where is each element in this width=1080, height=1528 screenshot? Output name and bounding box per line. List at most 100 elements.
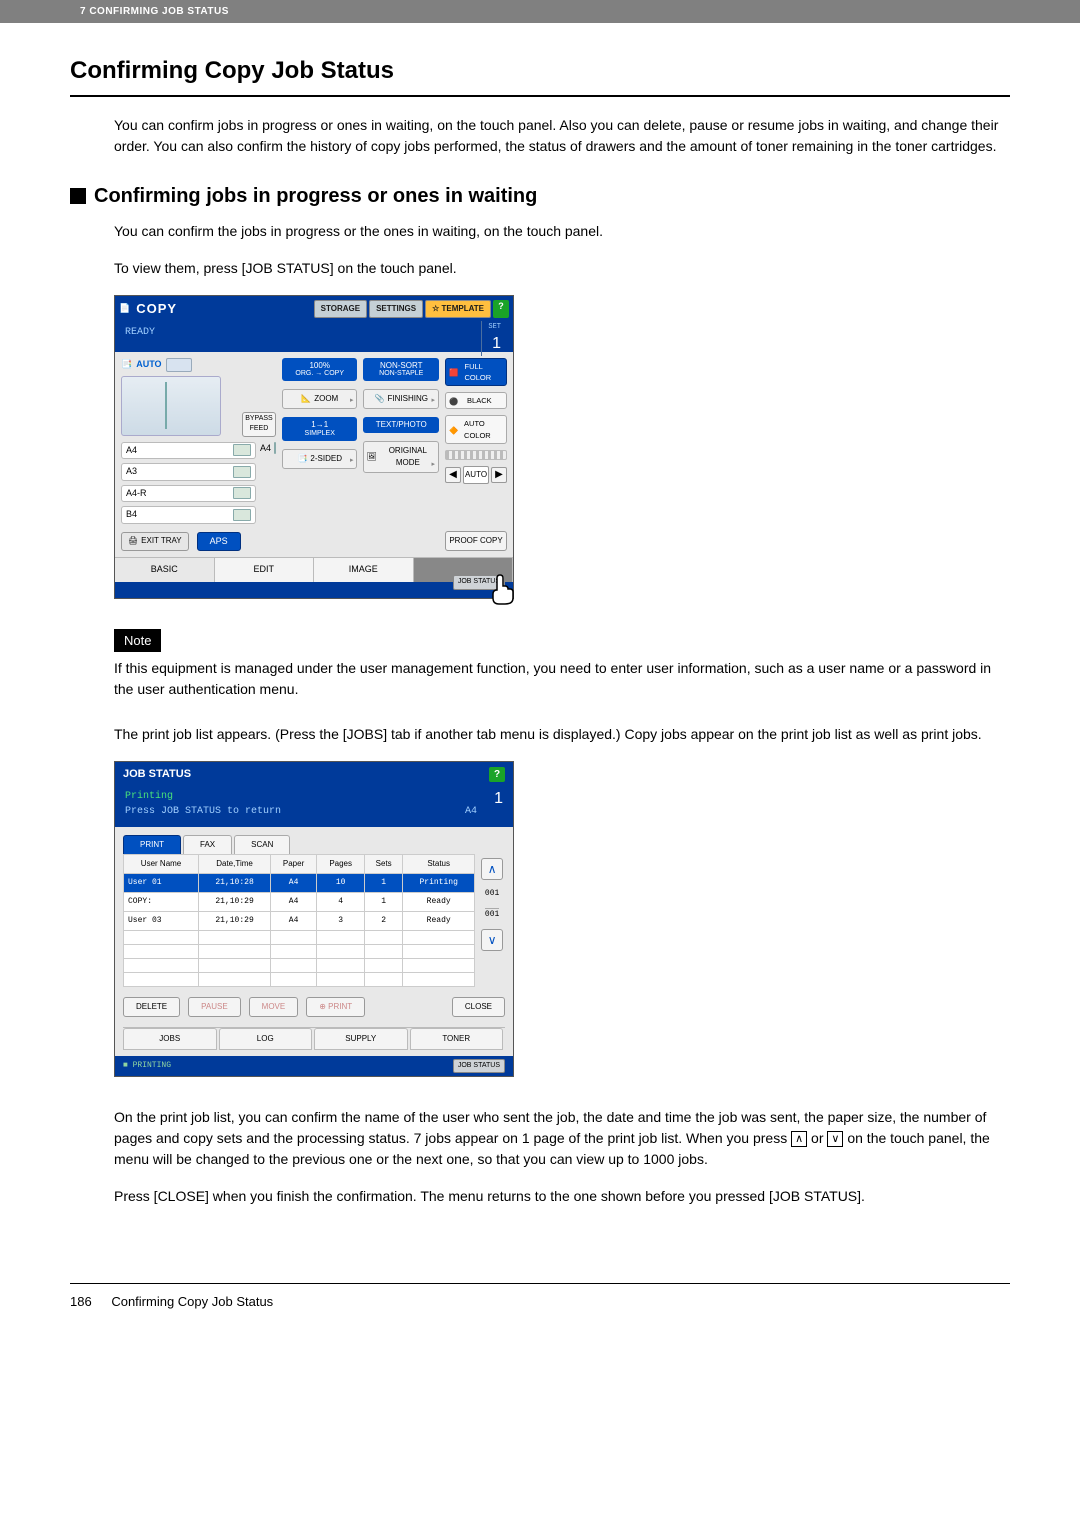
two-sided-button[interactable]: 📑 2-SIDED▸ xyxy=(282,449,358,469)
zoom-button[interactable]: 📐 ZOOM▸ xyxy=(282,389,358,409)
note-label: Note xyxy=(114,629,161,653)
paper-icon xyxy=(233,444,251,456)
page-number: 186 xyxy=(70,1292,92,1312)
col-sets: Sets xyxy=(365,854,403,873)
pause-button[interactable]: PAUSE xyxy=(188,997,241,1017)
page-total: 001 xyxy=(485,908,499,921)
bullet-square-icon xyxy=(70,188,86,204)
col-pages: Pages xyxy=(317,854,365,873)
after-fig2-p1: On the print job list, you can confirm t… xyxy=(114,1107,1010,1170)
sort-tile: NON-SORT NON-STAPLE xyxy=(363,358,439,382)
return-hint: Press JOB STATUS to return xyxy=(125,804,503,819)
paper-icon xyxy=(274,442,276,454)
image-tab[interactable]: IMAGE xyxy=(314,558,414,582)
table-row-empty xyxy=(124,930,475,944)
delete-button[interactable]: DELETE xyxy=(123,997,180,1017)
tray-b4[interactable]: B4 xyxy=(121,506,256,524)
figure-copy-panel: 📄 COPY STORAGE SETTINGS ☆ TEMPLATE ? REA… xyxy=(114,295,1010,599)
table-row-empty xyxy=(124,944,475,958)
auto-dots-icon: 🔶 xyxy=(449,425,460,435)
text-photo-tile: TEXT/PHOTO xyxy=(363,417,439,433)
col-paper: Paper xyxy=(271,854,317,873)
intro-text: You can confirm jobs in progress or ones… xyxy=(114,115,1010,157)
large-tray[interactable]: A4 xyxy=(260,442,276,526)
aps-button[interactable]: APS xyxy=(197,532,241,552)
table-row[interactable]: User 0121,10:28A4101Printing xyxy=(124,873,475,892)
copy-titlebar: 📄 COPY STORAGE SETTINGS ☆ TEMPLATE ? xyxy=(115,296,513,322)
section-heading-text: Confirming jobs in progress or ones in w… xyxy=(94,181,537,211)
table-row-empty xyxy=(124,972,475,986)
help-button[interactable]: ? xyxy=(489,767,505,782)
density-up-button[interactable]: ▶ xyxy=(491,467,507,483)
density-down-button[interactable]: ◀ xyxy=(445,467,461,483)
printing-text: Printing xyxy=(125,791,173,802)
jobs-tab[interactable]: JOBS xyxy=(123,1028,217,1050)
bypass-feed-button[interactable]: BYPASS FEED xyxy=(242,412,276,437)
table-row-empty xyxy=(124,958,475,972)
finishing-button[interactable]: 📎 FINISHING▸ xyxy=(363,389,439,409)
full-color-button[interactable]: 🟥FULL COLOR xyxy=(445,358,507,387)
scan-tab[interactable]: SCAN xyxy=(234,835,290,854)
tray-a3[interactable]: A3 xyxy=(121,463,256,481)
page-up-button[interactable]: ∧ xyxy=(481,858,503,880)
col-user: User Name xyxy=(124,854,199,873)
settings-tab[interactable]: SETTINGS xyxy=(369,300,423,318)
job-status-titlebar: JOB STATUS ? xyxy=(115,762,513,787)
job-status-title: JOB STATUS xyxy=(123,766,191,783)
scanner-graphic xyxy=(121,376,221,436)
print-button[interactable]: ⊕ PRINT xyxy=(306,997,365,1017)
tray-a4[interactable]: A4 xyxy=(121,442,256,460)
log-tab[interactable]: LOG xyxy=(219,1028,313,1050)
set-counter: SET 1 xyxy=(481,321,507,357)
paper-icon xyxy=(233,487,251,499)
close-button[interactable]: CLOSE xyxy=(452,997,505,1017)
print-tab[interactable]: PRINT xyxy=(123,835,181,854)
section-line2: To view them, press [JOB STATUS] on the … xyxy=(114,258,1010,279)
color-dots-icon: 🟥 xyxy=(449,367,461,377)
current-paper: A4 xyxy=(465,804,477,819)
footer-status-text: ■ PRINTING xyxy=(123,1061,171,1070)
auto-indicator: 📑 AUTO xyxy=(121,358,276,372)
exit-tray-button[interactable]: 🖨 EXIT TRAY xyxy=(121,532,189,552)
ready-bar: READY SET 1 xyxy=(115,322,513,352)
figure-job-status-panel: JOB STATUS ? Printing Press JOB STATUS t… xyxy=(114,761,1010,1077)
section-heading: Confirming jobs in progress or ones in w… xyxy=(70,181,1010,211)
edit-tab[interactable]: EDIT xyxy=(215,558,315,582)
template-tab[interactable]: ☆ TEMPLATE xyxy=(425,300,491,318)
page-current: 001 xyxy=(485,888,499,900)
job-status-subheader: Printing Press JOB STATUS to return A4 1 xyxy=(115,787,513,827)
note-text: If this equipment is managed under the u… xyxy=(114,658,1010,700)
density-auto-button[interactable]: AUTO xyxy=(463,466,489,484)
storage-tab[interactable]: STORAGE xyxy=(314,300,367,318)
chapter-header: 7 CONFIRMING JOB STATUS xyxy=(0,0,1080,23)
auto-color-button[interactable]: 🔶AUTO COLOR xyxy=(445,415,507,444)
page-footer: 186 Confirming Copy Job Status xyxy=(70,1283,1010,1312)
ready-text: READY xyxy=(125,327,155,338)
footer-title: Confirming Copy Job Status xyxy=(111,1294,273,1309)
table-row[interactable]: User 0321,10:29A432Ready xyxy=(124,911,475,930)
toner-tab[interactable]: TONER xyxy=(410,1028,504,1050)
footer-job-status-button[interactable]: JOB STATUS xyxy=(453,1059,505,1074)
copy-icon: 📄 xyxy=(119,302,130,316)
fax-tab[interactable]: FAX xyxy=(183,835,232,854)
up-key-icon: ∧ xyxy=(791,1131,807,1147)
original-mode-button[interactable]: 🖼 ORIGINAL MODE▸ xyxy=(363,441,439,473)
after-fig2-close: Press [CLOSE] when you finish the confir… xyxy=(114,1186,1010,1207)
density-scale xyxy=(445,450,507,460)
basic-tab[interactable]: BASIC xyxy=(115,558,215,582)
proof-copy-button[interactable]: PROOF COPY xyxy=(445,531,507,551)
table-row[interactable]: COPY:21,10:29A441Ready xyxy=(124,892,475,911)
supply-tab[interactable]: SUPPLY xyxy=(314,1028,408,1050)
zoom-value-tile: 100% ORG. → COPY xyxy=(282,358,358,382)
page-title: Confirming Copy Job Status xyxy=(70,53,1010,97)
copy-count: 1 xyxy=(494,787,503,811)
section-line1: You can confirm the jobs in progress or … xyxy=(114,221,1010,242)
page-down-button[interactable]: ∨ xyxy=(481,929,503,951)
move-button[interactable]: MOVE xyxy=(249,997,299,1017)
help-button[interactable]: ? xyxy=(493,300,509,318)
down-key-icon: ∨ xyxy=(827,1131,843,1147)
tray-a4r[interactable]: A4-R xyxy=(121,485,256,503)
black-button[interactable]: ⚫BLACK xyxy=(445,392,507,409)
paper-icon xyxy=(233,466,251,478)
col-status: Status xyxy=(403,854,475,873)
